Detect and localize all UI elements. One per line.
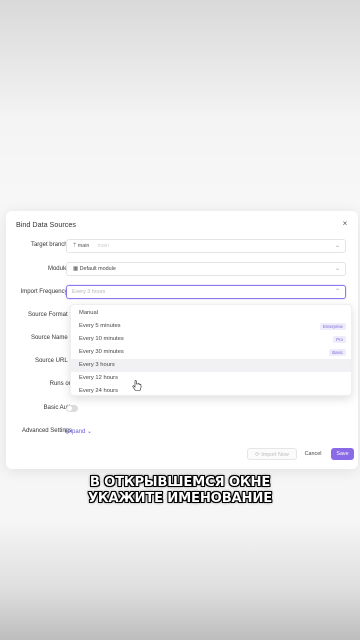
frequency-option-label: Every 12 hours <box>79 375 118 381</box>
hand-cursor-icon <box>132 380 142 391</box>
chevron-down-icon: ⌄ <box>334 243 340 249</box>
dialog-title: Bind Data Sources <box>16 220 76 229</box>
module-icon: ▦ <box>73 266 79 272</box>
frequency-option[interactable]: Every 12 hours <box>71 372 351 385</box>
frequency-option-label: Every 5 minutes <box>79 323 121 329</box>
caption-line-1: В ОТКРЫВШЕМСЯ ОКНЕ <box>89 475 271 490</box>
plan-badge: Pro <box>333 336 346 343</box>
source-name-label: Source Name* <box>30 335 72 341</box>
branch-icon: ᛘ <box>73 243 77 249</box>
save-button[interactable]: Save <box>331 448 354 460</box>
frequency-option[interactable]: Every 24 hours <box>71 385 351 398</box>
frequency-option[interactable]: Every 30 minutes Basic <box>71 346 351 359</box>
import-icon: ⟳ <box>255 452 260 458</box>
plan-badge: Enterprise <box>319 323 346 330</box>
frequency-option[interactable]: Every 10 minutes Pro <box>71 333 351 346</box>
frequency-option[interactable]: Manual <box>71 307 351 320</box>
frequency-option-label: Every 10 minutes <box>79 336 124 342</box>
plan-badge: Basic <box>329 349 346 356</box>
frequency-option[interactable]: Every 3 hours <box>71 359 351 372</box>
expand-link[interactable]: Expand ⌄ <box>65 428 92 435</box>
module-select[interactable]: ▦ Default module ⌄ <box>66 262 346 276</box>
import-now-button[interactable]: ⟳ Import Now <box>247 448 297 460</box>
target-branch-select[interactable]: ᛘ main main ⌄ <box>66 239 346 253</box>
source-format-label: Source Format* <box>27 312 72 318</box>
frequency-dropdown: Manual Every 5 minutes Enterprise Every 10 … <box>70 304 352 396</box>
frequency-option[interactable]: Every 5 minutes Enterprise <box>71 320 351 333</box>
cancel-button[interactable]: Cancel <box>300 448 326 460</box>
import-frequency-select[interactable]: Every 3 hours ⌃ <box>66 285 346 299</box>
frequency-option-label: Manual <box>79 310 99 316</box>
basic-auth-toggle[interactable] <box>66 405 78 412</box>
import-frequency-label: Import Frequency* <box>20 289 72 295</box>
frequency-option-label: Every 30 minutes <box>79 349 124 355</box>
chevron-up-icon: ⌃ <box>334 289 340 295</box>
source-url-label: Source URL* <box>34 358 72 364</box>
runs-on-label: Runs on <box>49 381 72 387</box>
frequency-option-label: Every 3 hours <box>79 362 115 368</box>
chevron-down-icon: ⌄ <box>334 266 340 272</box>
frequency-option-label: Every 24 hours <box>79 388 118 394</box>
close-icon[interactable]: × <box>340 219 350 229</box>
caption-line-2: УКАЖИТЕ ИМЕНОВАНИЕ <box>87 491 273 506</box>
chevron-down-icon: ⌄ <box>87 429 93 435</box>
